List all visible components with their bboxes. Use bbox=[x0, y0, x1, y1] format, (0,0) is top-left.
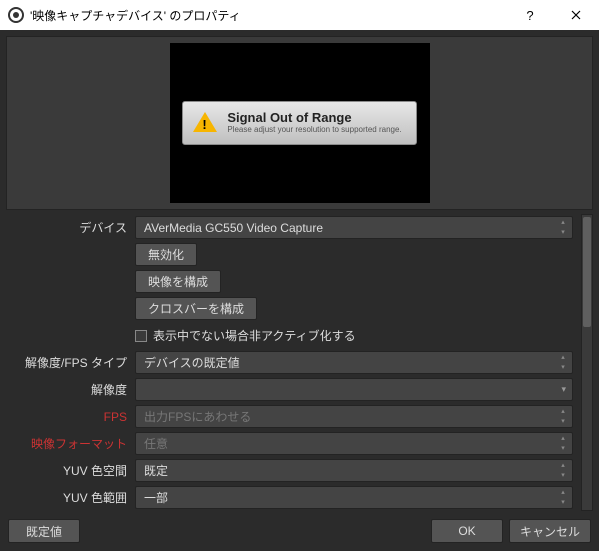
warning-icon bbox=[193, 112, 217, 132]
close-icon bbox=[571, 10, 581, 20]
dialog-footer: 既定値 OK キャンセル bbox=[6, 515, 593, 545]
yuv-range-label: YUV 色範囲 bbox=[12, 489, 127, 506]
fps-label: FPS bbox=[12, 410, 127, 424]
spinner-icon: ▴▾ bbox=[556, 218, 570, 237]
res-label: 解像度 bbox=[12, 381, 127, 398]
error-sub: Please adjust your resolution to support… bbox=[227, 125, 401, 134]
window-title: '映像キャプチャデバイス' のプロパティ bbox=[30, 7, 507, 24]
signal-error-box: Signal Out of Range Please adjust your r… bbox=[182, 101, 416, 145]
disable-button[interactable]: 無効化 bbox=[135, 243, 197, 266]
res-type-value: デバイスの既定値 bbox=[144, 354, 240, 371]
configure-video-button[interactable]: 映像を構成 bbox=[135, 270, 221, 293]
help-button[interactable]: ? bbox=[507, 0, 553, 30]
defaults-button[interactable]: 既定値 bbox=[8, 519, 80, 543]
preview-area: Signal Out of Range Please adjust your r… bbox=[6, 36, 593, 210]
yuv-range-value: 一部 bbox=[144, 489, 168, 506]
yuv-space-label: YUV 色空間 bbox=[12, 462, 127, 479]
deactivate-checkbox[interactable]: 表示中でない場合非アクティブ化する bbox=[135, 327, 573, 344]
spinner-icon: ▴▾ bbox=[556, 353, 570, 372]
scrollbar[interactable] bbox=[581, 214, 593, 511]
device-value: AVerMedia GC550 Video Capture bbox=[144, 221, 323, 235]
device-select[interactable]: AVerMedia GC550 Video Capture ▴▾ bbox=[135, 216, 573, 239]
spinner-icon: ▴▾ bbox=[556, 488, 570, 507]
form: デバイス AVerMedia GC550 Video Capture ▴▾ 無効… bbox=[6, 214, 575, 511]
video-format-value: 任意 bbox=[144, 435, 168, 452]
titlebar: '映像キャプチャデバイス' のプロパティ ? bbox=[0, 0, 599, 30]
spinner-icon: ▴▾ bbox=[556, 434, 570, 453]
error-text: Signal Out of Range Please adjust your r… bbox=[227, 110, 401, 134]
deactivate-label: 表示中でない場合非アクティブ化する bbox=[153, 327, 356, 344]
dialog-content: Signal Out of Range Please adjust your r… bbox=[0, 30, 599, 551]
ok-button[interactable]: OK bbox=[431, 519, 503, 543]
spinner-icon: ▴▾ bbox=[556, 407, 570, 426]
yuv-space-select[interactable]: 既定 ▴▾ bbox=[135, 459, 573, 482]
video-format-label: 映像フォーマット bbox=[12, 435, 127, 452]
device-label: デバイス bbox=[12, 219, 127, 236]
cancel-button[interactable]: キャンセル bbox=[509, 519, 591, 543]
res-type-label: 解像度/FPS タイプ bbox=[12, 354, 127, 371]
spinner-icon: ▴▾ bbox=[556, 461, 570, 480]
video-preview: Signal Out of Range Please adjust your r… bbox=[170, 43, 430, 203]
properties-dialog: '映像キャプチャデバイス' のプロパティ ? Signal Out of Ran… bbox=[0, 0, 599, 550]
app-icon bbox=[8, 7, 24, 23]
fps-value: 出力FPSにあわせる bbox=[144, 408, 251, 425]
res-select[interactable]: ▾ bbox=[135, 378, 573, 401]
close-button[interactable] bbox=[553, 0, 599, 30]
scrollbar-thumb[interactable] bbox=[583, 217, 591, 327]
yuv-range-select[interactable]: 一部 ▴▾ bbox=[135, 486, 573, 509]
fps-select[interactable]: 出力FPSにあわせる ▴▾ bbox=[135, 405, 573, 428]
error-heading: Signal Out of Range bbox=[227, 110, 401, 125]
yuv-space-value: 既定 bbox=[144, 462, 168, 479]
configure-crossbar-button[interactable]: クロスバーを構成 bbox=[135, 297, 257, 320]
res-type-select[interactable]: デバイスの既定値 ▴▾ bbox=[135, 351, 573, 374]
chevron-down-icon: ▾ bbox=[561, 384, 566, 395]
checkbox-icon bbox=[135, 330, 147, 342]
video-format-select[interactable]: 任意 ▴▾ bbox=[135, 432, 573, 455]
